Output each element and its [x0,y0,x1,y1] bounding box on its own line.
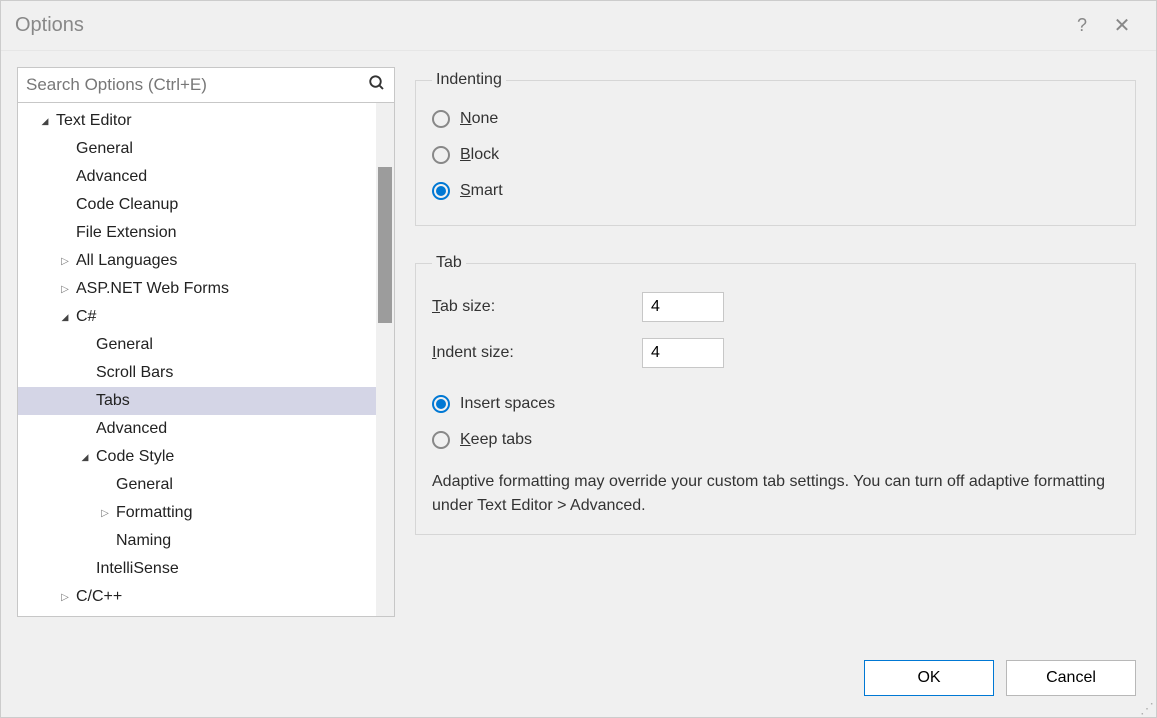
tree-item[interactable]: ▷Naming [18,527,376,555]
radio-icon [432,431,450,449]
tab-group: Tab Tab size: Indent size: Insert spaces… [415,254,1136,535]
tree-item[interactable]: ▷Code Cleanup [18,191,376,219]
dialog-title: Options [15,14,1062,37]
tree-item[interactable]: ▷File Extension [18,219,376,247]
radio-icon [432,146,450,164]
radio-icon [432,182,450,200]
tree-item[interactable]: ▷Scroll Bars [18,359,376,387]
resize-grip-icon[interactable]: ⋰ [1140,701,1154,715]
ok-button[interactable]: OK [864,660,994,696]
tree-item-label: Text Editor [56,112,132,130]
tree-item-label: ASP.NET Web Forms [76,280,229,298]
options-dialog: Options ? ✕ ◢Text Editor▷General▷Advance… [0,0,1157,718]
indent-size-input[interactable] [642,338,724,368]
tree-item[interactable]: ▷IntelliSense [18,555,376,583]
indent-size-label: Indent size: [432,344,642,362]
help-icon[interactable]: ? [1062,15,1102,36]
tree-item[interactable]: ▷ Formatting [18,499,376,527]
search-input[interactable] [26,75,368,95]
tree-container: ◢Text Editor▷General▷Advanced▷Code Clean… [17,103,395,617]
radio-label: Insert spaces [460,395,555,413]
tree-item[interactable]: ▷General [18,135,376,163]
tree-item-label: Scroll Bars [96,364,173,382]
tree-item[interactable]: ▷General [18,471,376,499]
indent-size-row: Indent size: [432,330,1119,376]
tree-item-label: All Languages [76,252,177,270]
tree-item[interactable]: ▷Tabs [18,387,376,415]
expand-icon[interactable]: ◢ [78,452,92,463]
tree-item[interactable]: ▷Advanced [18,415,376,443]
insert-spaces-radio[interactable]: Insert spaces [432,386,1119,422]
radio-icon [432,110,450,128]
tree-item-label: Naming [116,532,171,550]
tree-item[interactable]: ▷ C/C++ [18,583,376,611]
search-box-wrap[interactable] [17,67,395,103]
tree-item[interactable]: ◢ Text Editor [18,107,376,135]
indenting-group: Indenting None Block Smart [415,71,1136,226]
tree-item[interactable]: ▷ ASP.NET Web Forms [18,275,376,303]
tree-item[interactable]: ▷ All Languages [18,247,376,275]
expand-icon[interactable]: ◢ [58,312,72,323]
keep-tabs-radio[interactable]: Keep tabs [432,422,1119,458]
tab-size-label: Tab size: [432,298,642,316]
tree-item-label: IntelliSense [96,560,179,578]
indenting-none-radio[interactable]: None [432,101,1119,137]
tree-scrollbar[interactable] [376,103,394,616]
tree-item-label: Tabs [96,392,130,410]
adaptive-formatting-note: Adaptive formatting may override your cu… [432,470,1119,518]
tree-item-label: Formatting [116,504,192,522]
tree-item[interactable]: ▷General [18,331,376,359]
tab-size-row: Tab size: [432,284,1119,330]
close-icon[interactable]: ✕ [1102,13,1142,38]
tree-item-label: General [76,140,133,158]
collapse-icon[interactable]: ▷ [98,508,112,519]
scrollbar-thumb[interactable] [378,167,392,323]
indenting-legend: Indenting [432,71,506,89]
dialog-footer: OK Cancel [1,653,1156,717]
tree-item[interactable]: ◢ C# [18,303,376,331]
tree-item-label: C/C++ [76,588,122,606]
tree-item[interactable]: ◢ Code Style [18,443,376,471]
indenting-smart-radio[interactable]: Smart [432,173,1119,209]
expand-icon[interactable]: ◢ [38,116,52,127]
tree-item-label: Code Style [96,448,174,466]
tree-item-label: File Extension [76,224,177,242]
radio-label: Keep tabs [460,431,532,449]
tree-item-label: General [116,476,173,494]
titlebar: Options ? ✕ [1,1,1156,51]
tree-item[interactable]: ▷Advanced [18,163,376,191]
left-panel: ◢Text Editor▷General▷Advanced▷Code Clean… [17,67,395,653]
radio-label: Smart [460,182,503,200]
cancel-button[interactable]: Cancel [1006,660,1136,696]
radio-label: Block [460,146,499,164]
tree-item-label: Advanced [76,168,147,186]
tree-item-label: C# [76,308,96,326]
tab-legend: Tab [432,254,466,272]
tab-size-input[interactable] [642,292,724,322]
options-tree[interactable]: ◢Text Editor▷General▷Advanced▷Code Clean… [18,103,376,616]
search-icon[interactable] [368,74,386,97]
indenting-block-radio[interactable]: Block [432,137,1119,173]
radio-icon [432,395,450,413]
collapse-icon[interactable]: ▷ [58,284,72,295]
radio-label: None [460,110,498,128]
tree-item-label: Advanced [96,420,167,438]
tree-item-label: Code Cleanup [76,196,178,214]
collapse-icon[interactable]: ▷ [58,256,72,267]
collapse-icon[interactable]: ▷ [58,592,72,603]
tree-item-label: General [96,336,153,354]
right-panel: Indenting None Block Smart Tab Tab size: [415,67,1140,653]
